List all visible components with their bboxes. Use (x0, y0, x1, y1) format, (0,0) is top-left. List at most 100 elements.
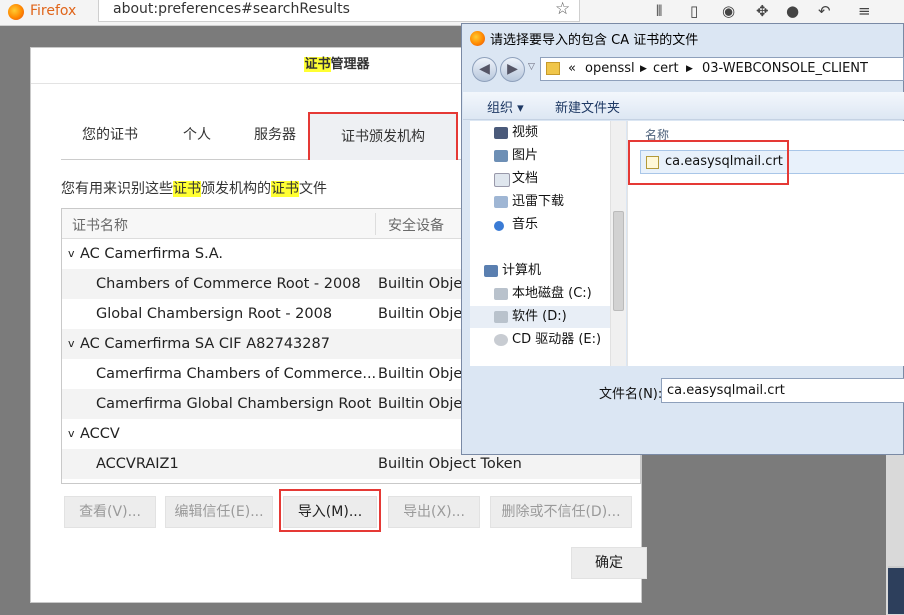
row-token: Builtin Obje (378, 306, 463, 322)
nav-label: 音乐 (512, 217, 539, 232)
account-icon[interactable]: ◉ (722, 2, 735, 20)
nav-label: CD 驱动器 (E:) (512, 332, 602, 347)
nav-item-cd-e[interactable]: CD 驱动器 (E:) (470, 329, 620, 351)
pictures-icon (494, 150, 508, 162)
tab-servers[interactable]: 服务器 (235, 112, 315, 160)
music-icon (494, 221, 504, 231)
annotation-box-import (279, 489, 381, 532)
column-security-device[interactable]: 安全设备 (388, 215, 444, 235)
row-name: Global Chambersign Root - 2008 (96, 306, 333, 322)
cd-drive-icon (494, 334, 508, 346)
annotation-box-file (628, 140, 789, 185)
nav-label: 文档 (512, 171, 539, 186)
title-highlight: 证书 (304, 57, 331, 72)
title-rest: 管理器 (330, 57, 370, 72)
drive-icon (494, 311, 508, 323)
scrollbar-thumb[interactable] (613, 211, 624, 311)
desc-text-2: 颁发机构的 (201, 181, 271, 197)
url-bar[interactable]: about:preferences#searchResults ☆ (98, 0, 580, 22)
nav-item-computer[interactable]: 计算机 (470, 260, 620, 282)
delete-distrust-button[interactable]: 删除或不信任(D)... (490, 496, 632, 528)
address-bar[interactable]: « openssl ▶ cert ▶ 03-WEBCONSOLE_CLIENT (540, 57, 904, 81)
view-button[interactable]: 查看(V)... (64, 496, 156, 528)
file-chooser-dialog: 请选择要导入的包含 CA 证书的文件 ◀ ▶ ▽ « openssl ▶ cer… (461, 23, 904, 455)
nav-label: 视频 (512, 125, 539, 140)
extension-icon[interactable]: ✥ (756, 2, 769, 20)
row-name: ACCV (80, 426, 120, 442)
row-name: AC Camerfirma SA CIF A82743287 (80, 336, 330, 352)
firefox-logo-icon (8, 4, 24, 20)
nav-item-drive-c[interactable]: 本地磁盘 (C:) (470, 283, 620, 305)
new-folder-button[interactable]: 新建文件夹 (555, 97, 620, 116)
nav-label: 计算机 (502, 263, 542, 278)
row-name: AC Camerfirma S.A. (80, 246, 223, 262)
chevron-right-icon[interactable]: ▶ (640, 64, 647, 74)
filename-label: 文件名(N): (599, 387, 663, 402)
breadcrumb-overflow[interactable]: « (568, 61, 576, 76)
navigation-pane: 视频 图片 文档 迅雷下载 音乐 计算机 本地磁盘 (C:) 软件 (D:) C… (470, 121, 625, 366)
menu-icon[interactable]: ≡ (858, 2, 871, 20)
download-folder-icon (494, 196, 508, 208)
nav-item-documents[interactable]: 文档 (470, 168, 620, 190)
expand-arrow-icon[interactable]: v (68, 329, 75, 359)
row-name: ACCVRAIZ1 (96, 456, 179, 472)
forward-button[interactable]: ▶ (500, 57, 525, 82)
nav-item-xunlei[interactable]: 迅雷下载 (470, 191, 620, 213)
nav-label: 迅雷下载 (512, 194, 565, 209)
nav-item-pictures[interactable]: 图片 (470, 145, 620, 167)
sidebar-icon[interactable]: ▯ (690, 2, 698, 20)
video-icon (494, 127, 508, 139)
nav-item-videos[interactable]: 视频 (470, 122, 620, 144)
row-name: Camerfirma Chambers of Commerce... (96, 366, 377, 382)
computer-icon (484, 265, 498, 277)
breadcrumb-current[interactable]: 03-WEBCONSOLE_CLIENT (702, 61, 868, 76)
nav-label: 软件 (D:) (512, 309, 567, 324)
file-dialog-toolbar: 组织 ▾ 新建文件夹 (463, 92, 904, 120)
edit-trust-button[interactable]: 编辑信任(E)... (165, 496, 273, 528)
nav-label: 图片 (512, 148, 539, 163)
nav-item-music[interactable]: 音乐 (470, 214, 620, 236)
desc-highlight-2: 证书 (271, 181, 299, 197)
row-name: Camerfirma Global Chambersign Root (96, 396, 372, 412)
row-token: Builtin Obje (378, 396, 463, 412)
browser-name: Firefox (30, 3, 77, 19)
desc-text-3: 文件 (299, 181, 327, 197)
column-cert-name[interactable]: 证书名称 (72, 215, 128, 235)
library-icon[interactable]: ⫴ (656, 2, 662, 20)
undo-icon[interactable]: ↶ (818, 2, 831, 20)
nav-pane-scrollbar[interactable] (610, 121, 626, 366)
background-taskbar-edge (888, 566, 904, 614)
tab-bar: 您的证书 个人 服务器 证书颁发机构 (61, 112, 471, 160)
tab-description: 您有用来识别这些证书颁发机构的证书文件 (61, 178, 327, 198)
url-text: about:preferences#searchResults (113, 1, 350, 17)
chevron-right-icon[interactable]: ▶ (686, 64, 693, 74)
column-divider (375, 213, 376, 235)
back-button[interactable]: ◀ (472, 57, 497, 82)
nav-item-drive-d[interactable]: 软件 (D:) (470, 306, 620, 328)
history-dropdown-icon[interactable]: ▽ (528, 62, 535, 72)
row-token: Builtin Obje (378, 366, 463, 382)
firefox-window-icon (470, 31, 485, 46)
export-button[interactable]: 导出(X)... (388, 496, 480, 528)
desc-text-1: 您有用来识别这些 (61, 181, 173, 197)
breadcrumb-cert[interactable]: cert (653, 61, 679, 76)
file-dialog-title: 请选择要导入的包含 CA 证书的文件 (490, 33, 699, 48)
folder-icon (546, 62, 560, 75)
drive-icon (494, 288, 508, 300)
bookmark-star-icon[interactable]: ☆ (555, 0, 570, 19)
row-token: Builtin Obje (378, 276, 463, 292)
documents-icon (494, 173, 510, 187)
expand-arrow-icon[interactable]: v (68, 239, 75, 269)
expand-arrow-icon[interactable]: v (68, 419, 75, 449)
organize-button[interactable]: 组织 ▾ (487, 97, 524, 116)
desc-highlight-1: 证书 (173, 181, 201, 197)
row-name: Chambers of Commerce Root - 2008 (96, 276, 361, 292)
nav-label: 本地磁盘 (C:) (512, 286, 592, 301)
filename-input[interactable]: ca.easysqlmail.crt (661, 378, 904, 403)
ok-button[interactable]: 确定 (571, 547, 647, 579)
tab-your-certs[interactable]: 您的证书 (61, 112, 159, 160)
tab-authorities[interactable]: 证书颁发机构 (308, 112, 458, 160)
chat-icon[interactable]: ● (786, 2, 799, 20)
breadcrumb-openssl[interactable]: openssl (585, 61, 635, 76)
tab-personal[interactable]: 个人 (165, 112, 229, 160)
